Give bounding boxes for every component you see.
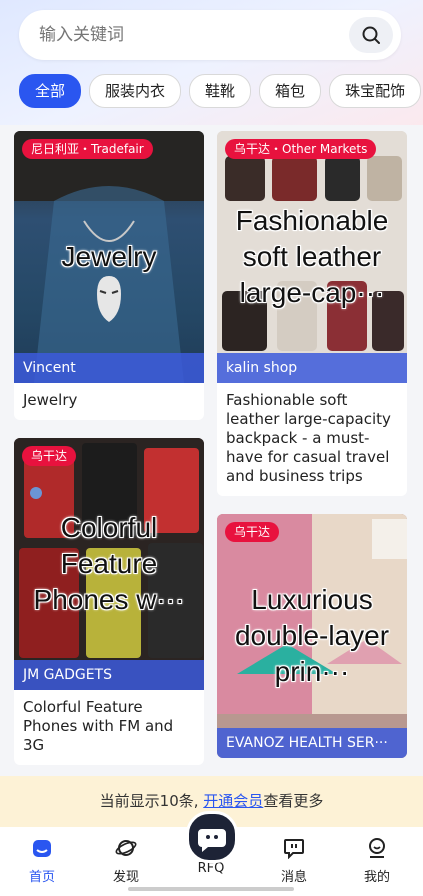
user-icon — [369, 838, 385, 858]
shop-name: Vincent — [14, 353, 204, 383]
image-overlay-title: Fashionable soft leather large-cap··· — [235, 205, 389, 308]
category-shoes[interactable]: 鞋靴 — [189, 74, 252, 108]
tab-discover-label: 发现 — [112, 870, 139, 885]
product-image: 乌干达 Colorful Feature Phones w··· JM GADG… — [14, 438, 204, 690]
product-card-curtain[interactable]: 乌干达 Luxurious double-layer prin··· EVANO… — [217, 514, 407, 758]
shop-name: kalin shop — [217, 353, 407, 383]
location-badge: 乌干达 — [225, 522, 280, 542]
membership-link[interactable]: 开通会员 — [203, 792, 263, 810]
search-button[interactable] — [349, 17, 393, 53]
bottom-tab-bar: 首页 发现 RFQ 消息 我的 — [0, 811, 423, 896]
membership-suffix: 查看更多 — [263, 792, 324, 810]
home-icon — [33, 840, 51, 857]
product-title: Fashionable soft leather large-capacity … — [226, 391, 391, 485]
search-bar[interactable] — [19, 10, 401, 60]
home-indicator — [128, 887, 294, 891]
category-tabs: 全部 服装内衣 鞋靴 箱包 珠宝配饰 — [19, 74, 423, 108]
rfq-bot-icon — [186, 811, 238, 863]
product-card-backpack[interactable]: 乌干达・Other Markets Fashionable soft leath… — [217, 131, 407, 496]
location-badge: 乌干达 — [22, 446, 77, 466]
feed-column-left: 尼日利亚・Tradefair Jewelry Vincent Jewelry 乌… — [14, 131, 204, 793]
tab-messages[interactable]: 消息 — [264, 837, 324, 885]
location-badge: 乌干达・Other Markets — [225, 139, 377, 159]
membership-prefix: 当前显示10条, — [99, 792, 204, 810]
tab-mine[interactable]: 我的 — [347, 837, 407, 885]
location-badge: 尼日利亚・Tradefair — [22, 139, 153, 159]
product-card-phones[interactable]: 乌干达 Colorful Feature Phones w··· JM GADG… — [14, 438, 204, 765]
product-image: 尼日利亚・Tradefair Jewelry Vincent — [14, 131, 204, 383]
search-icon — [362, 26, 380, 44]
tab-mine-label: 我的 — [363, 870, 390, 885]
image-overlay-title: Colorful Feature Phones w··· — [33, 512, 185, 615]
product-card-jewelry[interactable]: 尼日利亚・Tradefair Jewelry Vincent Jewelry — [14, 131, 204, 420]
category-jewelry[interactable]: 珠宝配饰 — [329, 74, 422, 108]
planet-icon — [115, 840, 137, 856]
product-title: Jewelry — [23, 391, 78, 409]
category-all[interactable]: 全部 — [19, 74, 82, 108]
search-input[interactable] — [37, 24, 341, 46]
product-title: Colorful Feature Phones with FM and 3G — [23, 698, 174, 754]
image-overlay-title: Jewelry — [61, 241, 157, 272]
tab-home-label: 首页 — [28, 870, 55, 885]
shop-name: EVANOZ HEALTH SER··· — [217, 728, 407, 758]
image-overlay-title: Luxurious double-layer prin··· — [234, 584, 390, 687]
tab-home[interactable]: 首页 — [12, 837, 72, 885]
product-image: 乌干达 Luxurious double-layer prin··· EVANO… — [217, 514, 407, 758]
category-clothing[interactable]: 服装内衣 — [89, 74, 182, 108]
tab-messages-label: 消息 — [280, 870, 307, 885]
tab-rfq[interactable]: RFQ — [181, 811, 241, 876]
shop-name: JM GADGETS — [14, 660, 204, 690]
feed-column-right: 乌干达・Other Markets Fashionable soft leath… — [217, 131, 407, 776]
message-icon — [284, 839, 304, 860]
category-bags[interactable]: 箱包 — [259, 74, 322, 108]
tab-discover[interactable]: 发现 — [96, 837, 156, 885]
product-image: 乌干达・Other Markets Fashionable soft leath… — [217, 131, 407, 383]
